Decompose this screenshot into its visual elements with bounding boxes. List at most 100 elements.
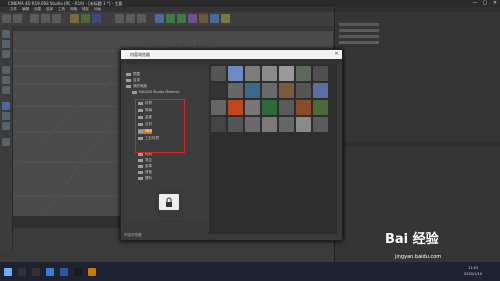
material-thumbnail[interactable] [262,66,277,81]
material-thumbnail[interactable] [296,83,311,98]
scene-icon[interactable] [199,14,208,23]
folder-icon [126,72,131,76]
material-thumbnail[interactable] [262,100,277,115]
render-icon[interactable] [126,14,135,23]
object-row[interactable] [339,35,379,38]
material-thumbnail[interactable] [211,66,226,81]
material-thumbnail[interactable] [262,83,277,98]
material-thumbnail[interactable] [296,117,311,132]
file-explorer-icon[interactable] [88,268,96,276]
material-thumbnail[interactable] [211,117,226,132]
material-thumbnail[interactable] [313,100,328,115]
polygons-mode-icon[interactable] [2,86,10,94]
workplane-icon[interactable] [2,50,10,58]
material-thumbnail[interactable] [245,117,260,132]
material-thumbnail[interactable] [296,66,311,81]
model-mode-icon[interactable] [2,30,10,38]
folder-icon [126,84,131,88]
enable-axis-icon[interactable] [2,102,10,110]
dialog-close-button[interactable]: ✕ [332,50,341,59]
cube-icon[interactable] [155,14,164,23]
pen-icon[interactable] [166,14,175,23]
task-view-icon[interactable] [32,268,40,276]
material-thumbnail[interactable] [228,100,243,115]
material-thumbnail[interactable] [279,117,294,132]
material-thumbnail[interactable] [262,117,277,132]
material-thumbnail[interactable] [211,100,226,115]
material-thumbnail[interactable] [313,117,328,132]
object-row[interactable] [339,29,379,32]
object-row[interactable] [339,23,379,26]
material-thumbnail[interactable] [228,66,243,81]
subdivision-icon[interactable] [177,14,186,23]
texture-mode-icon[interactable] [2,40,10,48]
watermark-sub: jingyan.baidu.com [395,254,442,260]
tree-item[interactable]: 预置 [126,72,140,77]
axis-y-icon[interactable] [81,14,90,23]
tree-item[interactable]: 我的电脑 [126,84,147,89]
material-thumbnail[interactable] [211,83,226,98]
dialog-title: 内容浏览器 [130,52,150,57]
close-button[interactable]: ✕ [490,0,500,7]
material-thumbnail[interactable] [279,100,294,115]
material-thumbnail[interactable] [228,83,243,98]
material-thumbnail[interactable] [245,83,260,98]
undo-icon[interactable] [2,14,11,23]
scale-icon[interactable] [41,14,50,23]
maximize-button[interactable]: ▢ [480,0,490,7]
tree-item[interactable]: 其他 [138,170,152,175]
watermark-main: Bai 经验 [385,232,439,247]
render-settings-icon[interactable] [137,14,146,23]
tweak-icon[interactable] [2,112,10,120]
axis-z-icon[interactable] [92,14,101,23]
preview-area [155,190,183,218]
axis-x-icon[interactable] [70,14,79,23]
points-mode-icon[interactable] [2,66,10,74]
start-icon[interactable] [4,268,12,276]
material-thumbnail[interactable] [296,100,311,115]
tree-item[interactable]: MAXON Studio Material [132,90,180,95]
redo-icon[interactable] [13,14,22,23]
rotate-icon[interactable] [52,14,61,23]
material-thumbnail[interactable] [279,83,294,98]
material-thumbnail[interactable] [245,66,260,81]
deformer-icon[interactable] [188,14,197,23]
minimize-button[interactable]: — [470,0,480,7]
content-browser-dialog: 内容浏览器 ✕ 预置 目录 我的电脑 MAXON Studio Material… [120,49,343,241]
material-thumbnail[interactable] [313,83,328,98]
object-manager-header [335,7,500,12]
tree-item[interactable]: 混合 [138,158,152,163]
move-icon[interactable] [30,14,39,23]
search-icon[interactable] [18,268,26,276]
clock-time: 11:03 [468,266,479,270]
material-thumbnail[interactable] [245,100,260,115]
snap-icon[interactable] [2,122,10,130]
browser-icon[interactable] [46,268,54,276]
material-thumbnail[interactable] [279,66,294,81]
tree-item[interactable]: 目录 [126,78,140,83]
light-icon[interactable] [221,14,230,23]
material-thumbnail[interactable] [228,117,243,132]
app-icon[interactable] [60,268,68,276]
dialog-status: 内容浏览器 [124,233,142,237]
tree-item[interactable]: 皮革 [138,164,152,169]
camera-icon[interactable] [210,14,219,23]
viewport-header [13,26,333,31]
lock-icon [166,197,172,207]
edges-mode-icon[interactable] [2,76,10,84]
folder-icon [126,78,131,82]
clock-date: 2020/1/10 [464,272,482,276]
material-thumbnail-grid [209,64,337,234]
material-thumbnail[interactable] [313,66,328,81]
object-row[interactable] [339,41,379,44]
folder-icon [132,90,137,94]
folder-icon [138,158,143,162]
lock-folder-icon [159,194,179,210]
render-view-icon[interactable] [115,14,124,23]
lock-workplane-icon[interactable] [2,138,10,146]
highlight-box [135,99,185,153]
folder-icon [138,170,143,174]
main-toolbar [0,12,340,26]
cinema4d-icon[interactable] [74,268,82,276]
tree-item[interactable]: 塑料 [138,176,152,181]
